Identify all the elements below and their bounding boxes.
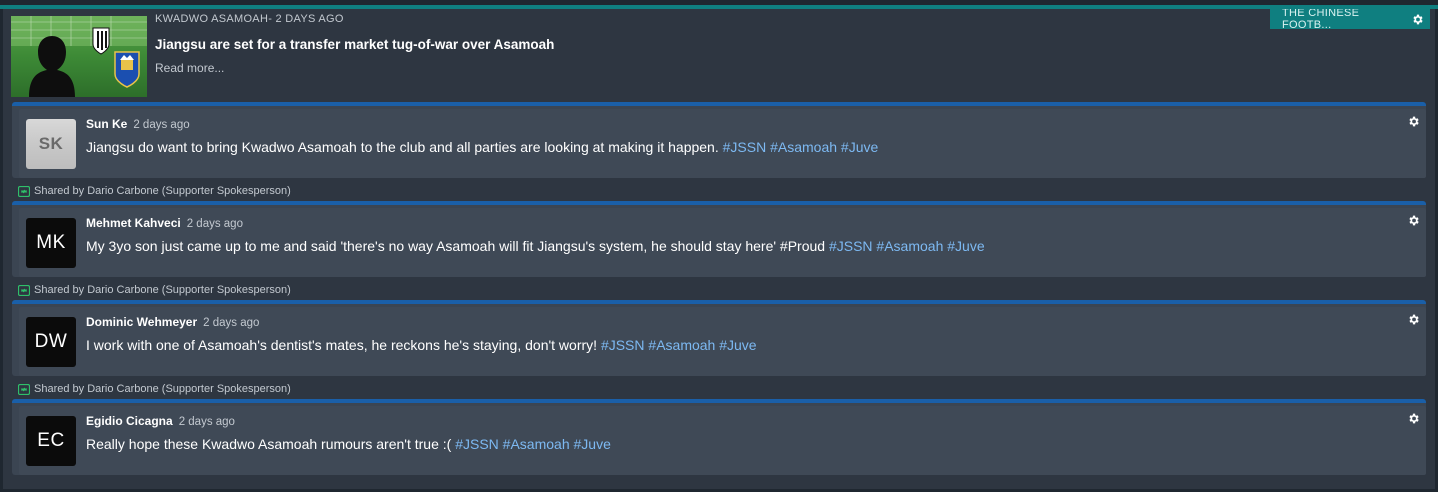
share-icon [18,284,30,296]
share-icon [18,185,30,197]
post-author[interactable]: Dominic Wehmeyer 2 days ago [86,315,259,329]
hashtag-link[interactable]: #Asamoah [770,139,837,155]
post-text: My 3yo son just came up to me and said '… [86,238,985,254]
social-post: EC Egidio Cicagna 2 days ago Really hope … [12,399,1426,475]
avatar[interactable]: EC [26,416,76,466]
avatar[interactable]: DW [26,317,76,367]
news-headline[interactable]: Jiangsu are set for a transfer market tu… [155,37,554,52]
source-tag-label: THE CHINESE FOOTB... [1282,7,1360,31]
hashtag-link[interactable]: #Juve [947,238,984,254]
post-text: Jiangsu do want to bring Kwadwo Asamoah … [86,139,879,155]
read-more-link[interactable]: Read more... [155,61,224,75]
gear-icon[interactable] [1407,412,1420,425]
hashtag-link[interactable]: #Asamoah [503,436,570,452]
shared-by-line: Shared by Dario Carbone (Supporter Spoke… [18,185,291,197]
news-image [11,16,147,97]
post-text: Really hope these Kwadwo Asamoah rumours… [86,436,611,452]
share-icon [18,383,30,395]
gear-icon[interactable] [1407,313,1420,326]
panel-accent-bar [0,5,1438,9]
news-thumbnail[interactable] [11,16,147,97]
post-author[interactable]: Sun Ke 2 days ago [86,117,190,131]
avatar-initials: DW [34,331,68,352]
hashtag-link[interactable]: #JSSN [829,238,873,254]
post-time: 2 days ago [203,317,260,329]
avatar-initials: MK [36,232,66,253]
post-time: 2 days ago [178,416,235,428]
shared-by-line: Shared by Dario Carbone (Supporter Spoke… [18,383,291,395]
gear-icon[interactable] [1407,115,1420,128]
jiangsu-crest-icon [114,51,140,88]
hashtag-link[interactable]: #JSSN [455,436,499,452]
hashtag-link[interactable]: #Juve [841,139,878,155]
avatar-initials: EC [37,430,65,451]
social-post: SK Sun Ke 2 days ago Jiangsu do want to b… [12,102,1426,178]
social-post: MK Mehmet Kahveci 2 days ago My 3yo son j… [12,201,1426,277]
post-time: 2 days ago [133,119,190,131]
post-text: I work with one of Asamoah's dentist's m… [86,337,757,353]
shared-by-text[interactable]: Shared by Dario Carbone (Supporter Spoke… [34,383,291,395]
source-tag[interactable]: THE CHINESE FOOTB... [1270,9,1430,29]
hashtag-link[interactable]: #Juve [574,436,611,452]
gear-icon[interactable] [1411,13,1424,26]
shared-by-text[interactable]: Shared by Dario Carbone (Supporter Spoke… [34,185,291,197]
avatar-initials: SK [38,134,64,153]
social-post: DW Dominic Wehmeyer 2 days ago I work wit… [12,300,1426,376]
post-author[interactable]: Mehmet Kahveci 2 days ago [86,216,243,230]
hashtag-link[interactable]: #Asamoah [876,238,943,254]
post-author[interactable]: Egidio Cicagna 2 days ago [86,414,235,428]
gear-icon[interactable] [1407,214,1420,227]
avatar[interactable]: MK [26,218,76,268]
hashtag-link[interactable]: #JSSN [601,337,645,353]
hashtag-link[interactable]: #JSSN [723,139,767,155]
juventus-crest-icon [92,27,110,55]
post-time: 2 days ago [186,218,243,230]
hashtag-link[interactable]: #Asamoah [648,337,715,353]
shared-by-line: Shared by Dario Carbone (Supporter Spoke… [18,284,291,296]
avatar[interactable]: SK [26,119,76,169]
hashtag-link[interactable]: #Juve [719,337,756,353]
news-meta: KWADWO ASAMOAH- 2 DAYS AGO [155,13,344,25]
shared-by-text[interactable]: Shared by Dario Carbone (Supporter Spoke… [34,284,291,296]
